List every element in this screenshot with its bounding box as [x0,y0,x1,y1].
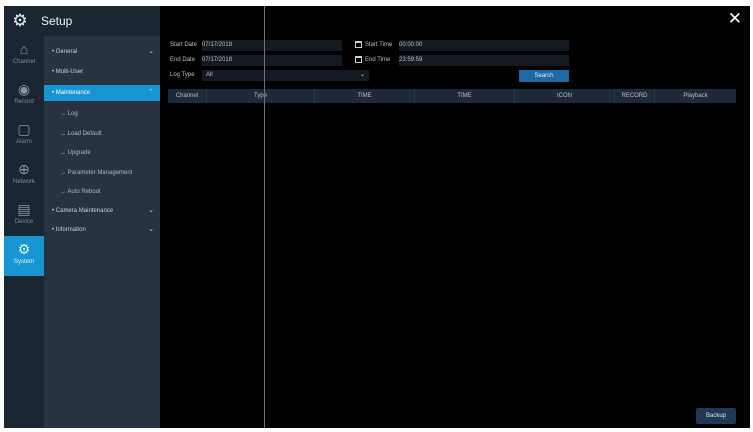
end-date-value: 07/17/2018 [202,57,233,63]
menu-item-auto-reboot[interactable]: → Auto Reboot [44,184,160,200]
sidebar-item-channel[interactable]: ⌂ Channel [4,36,44,76]
chevron-up-icon: ⌃ [148,89,154,96]
end-time-field[interactable]: 23:59:59 [399,55,569,66]
overlay-divider-line [264,6,265,428]
sidebar-item-label: Network [12,179,35,185]
sidebar-item-system[interactable]: ⚙ System [4,236,44,276]
menu-item-label: → Load Default [60,131,102,137]
sidebar-item-label: Channel [12,59,36,65]
start-date-value: 07/17/2018 [202,42,233,48]
log-table-header: Channel Type TIME TIME ICON RECORD Playb… [168,89,736,103]
menu-item-label: • Camera Maintenance [52,208,114,214]
sidebar-item-label: System [13,259,34,265]
menu-item-label: • Maintenance [52,90,91,96]
end-time-value: 23:59:59 [399,57,423,63]
sidebar-item-record[interactable]: ◉ Record [4,76,44,116]
gear-icon: ⚙ [12,11,28,30]
sidebar-item-device[interactable]: ▤ Device [4,196,44,236]
chevron-down-icon: ⌄ [360,72,366,78]
column-header: Channel [175,93,199,99]
settings-menu: • General ⌄ • Multi-User • Maintenance ⌃… [44,36,160,428]
setup-window: ⚙ Setup ✕ ⌂ Channel ◉ Record ▢ Alarm ⊕ N… [4,6,750,428]
start-time-value: 00:00:00 [399,42,423,48]
column-header: TIME [314,89,414,103]
menu-item-label: • General [52,49,78,55]
close-icon[interactable]: ✕ [728,10,742,27]
chevron-down-icon: ⌄ [148,226,154,233]
sidebar-item-label: Alarm [16,139,32,145]
log-type-select[interactable]: All ⌄ [202,70,369,81]
column-header: ICON [514,89,614,103]
column-header: TIME [414,89,514,103]
column-header: Type [206,89,314,103]
end-date-field[interactable]: 07/17/2018 [202,55,342,66]
menu-item-multi-user[interactable]: • Multi-User [44,64,160,80]
menu-item-log[interactable]: → Log [44,106,160,122]
menu-item-parameter-management[interactable]: → Parameter Management [44,165,160,181]
start-time-field[interactable]: 00:00:00 [399,40,569,51]
start-date-label: Start Date [170,42,198,48]
search-button[interactable]: Search [519,70,569,82]
chevron-down-icon: ⌄ [148,207,154,214]
network-icon: ⊕ [18,161,30,177]
end-date-label: End Date [170,57,196,63]
sidebar-item-alarm[interactable]: ▢ Alarm [4,116,44,156]
alarm-icon: ▢ [17,121,31,137]
menu-item-label: → Auto Reboot [60,189,101,195]
menu-item-label: → Upgrade [60,150,91,156]
menu-item-maintenance[interactable]: • Maintenance ⌃ [44,85,160,101]
calendar-icon[interactable] [355,56,362,63]
system-icon: ⚙ [17,241,31,257]
menu-item-information[interactable]: • Information ⌄ [44,222,160,238]
icon-sidebar: ⌂ Channel ◉ Record ▢ Alarm ⊕ Network ▤ D… [4,36,44,428]
log-type-label: Log Type [170,72,195,78]
menu-item-load-default[interactable]: → Load Default [44,126,160,142]
sidebar-item-label: Record [14,99,34,105]
window-title: Setup [41,14,73,28]
log-search-panel: Start Date 07/17/2018 Start Time 00:00:0… [160,36,750,428]
chevron-down-icon: ⌄ [148,48,154,55]
menu-item-label: → Parameter Management [60,170,133,176]
column-header: RECORD [614,89,654,103]
menu-item-label: → Log [60,111,78,117]
menu-item-label: • Information [52,227,86,233]
backup-button[interactable]: Backup [696,408,736,424]
calendar-icon[interactable] [355,41,362,48]
camera-icon: ⌂ [19,41,29,57]
sidebar-item-network[interactable]: ⊕ Network [4,156,44,196]
menu-item-general[interactable]: • General ⌄ [44,44,160,60]
device-icon: ▤ [17,201,31,217]
start-time-label: Start Time [365,42,393,48]
start-date-field[interactable]: 07/17/2018 [202,40,342,51]
menu-item-upgrade[interactable]: → Upgrade [44,145,160,161]
title-bar: ⚙ Setup [4,6,160,36]
record-icon: ◉ [17,81,31,97]
menu-item-camera-maintenance[interactable]: • Camera Maintenance ⌄ [44,203,160,219]
log-type-value: All [206,72,213,78]
column-header: Playback [654,89,736,103]
sidebar-item-label: Device [14,219,34,225]
end-time-label: End Time [365,57,391,63]
menu-item-label: • Multi-User [52,69,84,75]
